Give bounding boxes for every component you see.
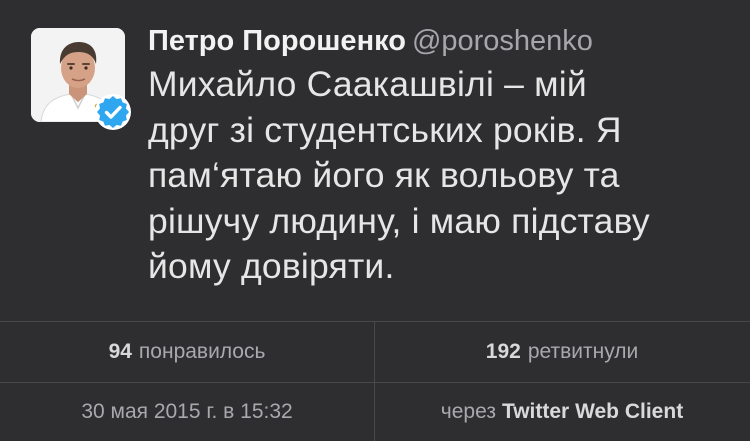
- likes-count: 94: [108, 340, 132, 363]
- retweets-stat[interactable]: 192 ретвитнули: [375, 322, 749, 382]
- author-name[interactable]: Петро Порошенко: [148, 25, 406, 57]
- tweet-text-line: друг зі студентських років. Я: [148, 109, 622, 150]
- source-client[interactable]: через Twitter Web Client: [375, 383, 749, 441]
- tweet-header: Петро Порошенко @poroshenko: [148, 24, 593, 58]
- author-handle[interactable]: @poroshenko: [412, 25, 593, 57]
- avatar-container[interactable]: [31, 28, 131, 130]
- retweets-count: 192: [485, 340, 521, 363]
- retweets-label: ретвитнули: [527, 340, 639, 363]
- tweet-text-line: йому довіряти.: [148, 246, 395, 286]
- client-name[interactable]: Twitter Web Client: [502, 400, 683, 424]
- tweet-card: Петро Порошенко @poroshenko Михайло Саака…: [0, 0, 750, 320]
- tweet-text-line: рішучу людину, і маю підставу: [148, 200, 650, 241]
- tweet-text: Михайло Саакашвілі – мій друг зі студент…: [148, 62, 728, 290]
- tweet-text-line: Михайло Саакашвілі – мій: [148, 64, 587, 104]
- likes-label: понравилось: [138, 340, 266, 363]
- timestamp: 30 мая 2015 г. в 15:32: [0, 383, 374, 441]
- via-label: через: [440, 400, 496, 423]
- likes-stat[interactable]: 94 понравилось: [0, 322, 374, 382]
- tweet-text-line: пам‘ятаю його як вольову та: [148, 155, 620, 195]
- timestamp-text: 30 мая 2015 г. в 15:32: [81, 400, 293, 423]
- verified-badge-icon: [95, 94, 131, 130]
